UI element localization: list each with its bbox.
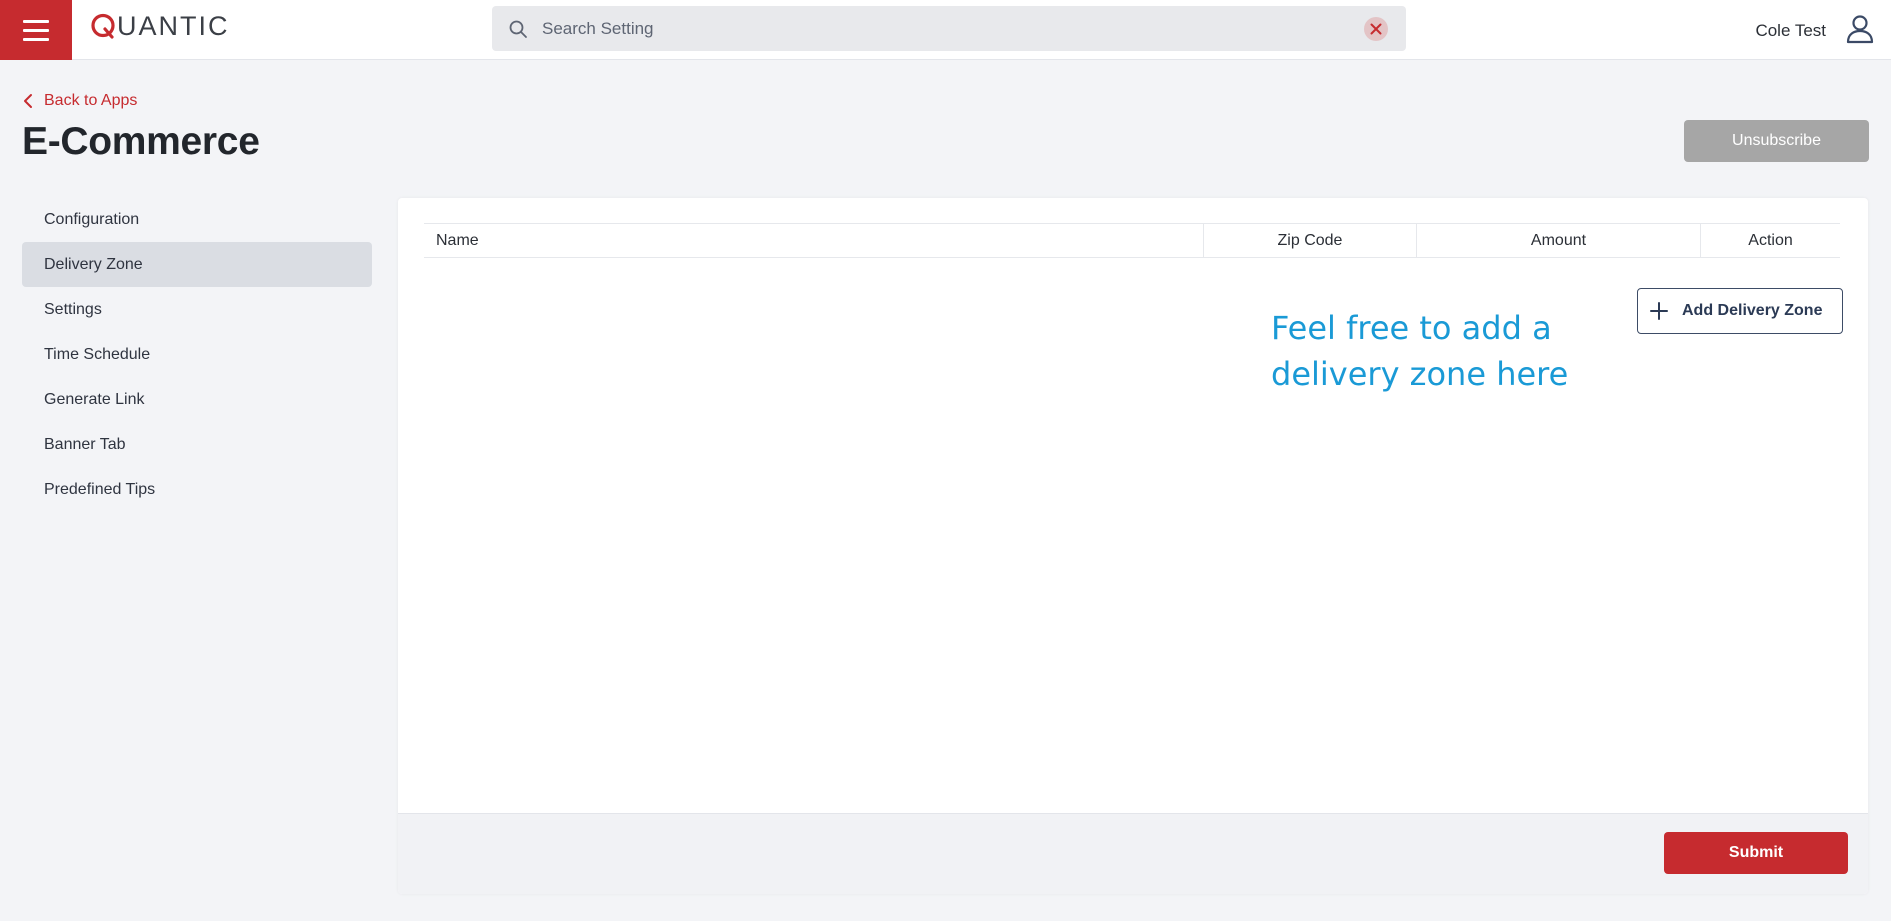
sidebar-item-configuration[interactable]: Configuration — [22, 197, 372, 242]
sidebar-item-predefined-tips[interactable]: Predefined Tips — [22, 467, 372, 512]
add-delivery-zone-label: Add Delivery Zone — [1682, 302, 1823, 319]
top-bar: UANTIC Cole Test — [0, 0, 1891, 60]
add-delivery-zone-button[interactable]: Add Delivery Zone — [1637, 288, 1843, 334]
sidebar-item-settings[interactable]: Settings — [22, 287, 372, 332]
column-header-zip-code: Zip Code — [1204, 224, 1417, 257]
sidebar-item-delivery-zone[interactable]: Delivery Zone — [22, 242, 372, 287]
quantic-q-logo-icon — [91, 13, 115, 39]
brand-logo[interactable]: UANTIC — [90, 11, 230, 41]
search-bar — [492, 6, 1406, 51]
sidebar-item-time-schedule[interactable]: Time Schedule — [22, 332, 372, 377]
chevron-left-icon — [24, 94, 32, 108]
plus-icon — [1650, 302, 1668, 320]
page-title: E-Commerce — [22, 120, 260, 163]
search-input[interactable] — [542, 6, 1342, 51]
back-to-apps-link[interactable]: Back to Apps — [22, 92, 137, 110]
submit-button[interactable]: Submit — [1664, 832, 1848, 874]
hamburger-menu-icon — [23, 19, 49, 23]
user-name[interactable]: Cole Test — [1755, 21, 1826, 41]
sidebar-item-banner-tab[interactable]: Banner Tab — [22, 422, 372, 467]
delivery-zone-panel: Name Zip Code Amount Action Add Delivery… — [398, 198, 1868, 894]
back-to-apps-label: Back to Apps — [44, 92, 138, 109]
hamburger-menu-button[interactable] — [0, 0, 72, 60]
user-icon[interactable] — [1845, 14, 1875, 44]
brand-logo-text: UANTIC — [117, 11, 230, 41]
column-header-action: Action — [1748, 232, 1793, 249]
unsubscribe-button[interactable]: Unsubscribe — [1684, 120, 1869, 162]
sidebar-item-generate-link[interactable]: Generate Link — [22, 377, 372, 422]
column-header-amount: Amount — [1417, 224, 1701, 257]
panel-footer: Submit — [398, 813, 1868, 894]
delivery-zone-table-header: Name Zip Code Amount Action — [424, 223, 1840, 258]
search-clear-button[interactable] — [1364, 17, 1388, 41]
column-header-name: Name — [424, 224, 1204, 257]
annotation-text: Feel free to add a delivery zone here — [1271, 309, 1569, 393]
close-icon — [1370, 23, 1382, 35]
search-icon — [509, 20, 527, 38]
settings-sidebar: Configuration Delivery Zone Settings Tim… — [22, 197, 372, 512]
